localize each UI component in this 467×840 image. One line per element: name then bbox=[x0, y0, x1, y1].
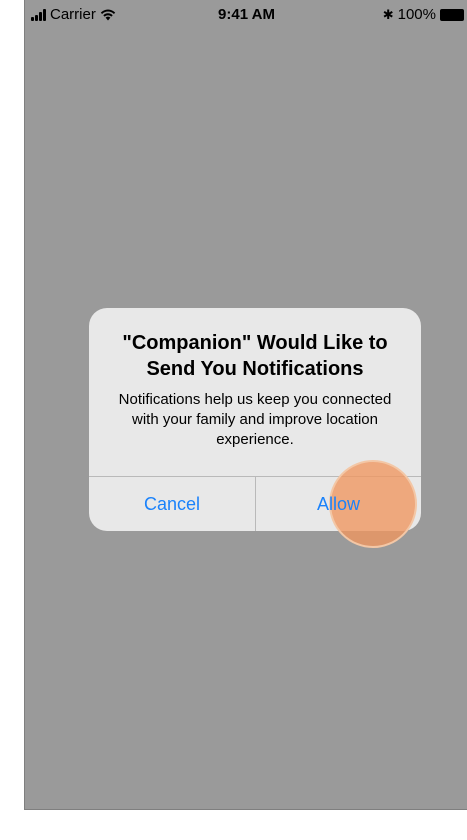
allow-button[interactable] bbox=[256, 477, 421, 531]
phone-screen: Carrier 9:41 AM ✱ 100% "Companion" Would… bbox=[24, 0, 467, 810]
bluetooth-icon: ✱ bbox=[382, 6, 394, 22]
status-right: ✱ 100% bbox=[383, 6, 464, 23]
alert-message: Notifications help us keep you connected… bbox=[118, 391, 392, 448]
status-bar: Carrier 9:41 AM ✱ 100% bbox=[25, 0, 467, 28]
carrier-label: Carrier bbox=[50, 6, 96, 23]
battery-icon bbox=[440, 8, 464, 21]
alert-title: "Companion" Would Like to Send You Notif… bbox=[122, 332, 388, 380]
signal-icon bbox=[31, 8, 46, 21]
notification-permission-alert: "Companion" Would Like to Send You Notif… bbox=[89, 308, 421, 531]
wifi-icon bbox=[100, 9, 116, 20]
battery-percent: 100% bbox=[397, 6, 436, 23]
cancel-button[interactable]: Cancel bbox=[89, 477, 255, 531]
alert-body: "Companion" Would Like to Send You Notif… bbox=[89, 308, 421, 476]
status-left: Carrier bbox=[31, 6, 116, 23]
